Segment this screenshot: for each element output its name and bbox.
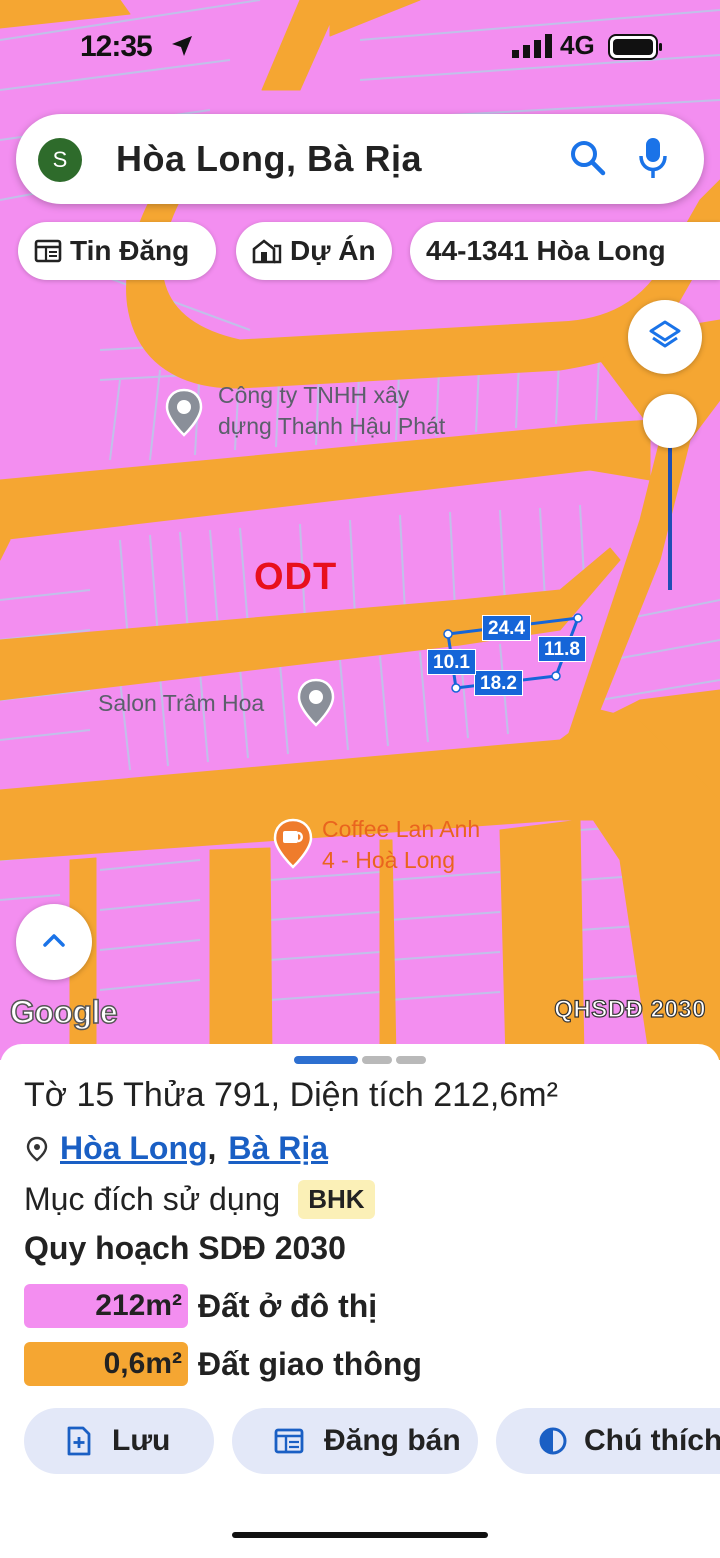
chip-label: 44-1341 Hòa Long	[426, 235, 666, 266]
legend-row-road: 0,6m² Đất giao thông	[24, 1342, 422, 1386]
post-for-sale-label: Đăng bán	[324, 1424, 461, 1457]
land-purpose-badge: BHK	[298, 1180, 375, 1219]
save-button-label: Lưu	[112, 1424, 171, 1457]
google-attribution: Google	[9, 993, 118, 1031]
status-time: 12:35	[80, 30, 153, 63]
chip-projects[interactable]: Dự Án	[236, 222, 392, 280]
poi-name-line1: Công ty TNHH xây	[218, 382, 410, 408]
avatar[interactable]: S	[38, 138, 82, 182]
legend-contrast-icon	[539, 1427, 567, 1455]
newspaper-icon	[34, 239, 62, 263]
listing-icon	[274, 1428, 304, 1454]
parcel-dimension-bottom: 18.2	[474, 670, 523, 696]
legend-row-residential: 212m² Đất ở đô thị	[24, 1284, 377, 1328]
plan-title: Quy hoạch SDĐ 2030	[24, 1230, 346, 1266]
city-link[interactable]: Bà Rịa	[228, 1130, 328, 1167]
poi-label[interactable]: Coffee Lan Anh 4 - Hoà Long	[322, 814, 480, 876]
home-indicator[interactable]	[232, 1532, 488, 1538]
location-pin-icon[interactable]	[296, 678, 336, 728]
signal-icon	[512, 34, 552, 58]
parcel-location: Hòa Long , Bà Rịa	[26, 1130, 328, 1167]
location-pin-outline-icon	[26, 1136, 48, 1162]
legend-area: 212m²	[24, 1284, 188, 1328]
chip-parcel-id[interactable]: 44-1341 Hòa Long	[410, 222, 720, 280]
status-bar: 12:35 4G	[0, 28, 720, 68]
poi-name-line1: Coffee Lan Anh	[322, 816, 481, 842]
map-layer-name: QHSDĐ 2030	[554, 995, 706, 1023]
search-icon[interactable]	[568, 138, 608, 178]
expand-up-button[interactable]	[16, 904, 92, 980]
zone-code-label: ODT	[254, 556, 338, 598]
poi-label[interactable]: Salon Trâm Hoa	[98, 688, 264, 719]
chevron-up-icon	[43, 934, 65, 947]
opacity-slider-track[interactable]	[668, 440, 672, 590]
poi-label[interactable]: Công ty TNHH xây dựng Thanh Hậu Phát	[218, 380, 445, 442]
parcel-info-sheet[interactable]: Tờ 15 Thửa 791, Diện tích 212,6m² Hòa Lo…	[0, 1044, 720, 1558]
bookmark-add-icon	[67, 1426, 91, 1456]
opacity-slider-handle[interactable]	[643, 394, 697, 448]
network-type: 4G	[560, 30, 595, 60]
battery-icon	[608, 34, 662, 60]
parcel-title: Tờ 15 Thửa 791, Diện tích 212,6m²	[24, 1076, 558, 1114]
legend-label: Đất giao thông	[198, 1345, 422, 1382]
post-for-sale-button[interactable]: Đăng bán	[232, 1408, 478, 1474]
chip-label: Tin Đăng	[70, 235, 190, 266]
ward-link[interactable]: Hòa Long	[60, 1130, 208, 1167]
sheet-handle-active[interactable]	[294, 1056, 358, 1064]
search-query[interactable]: Hòa Long, Bà Rịa	[116, 138, 422, 180]
chip-label: Dự Án	[290, 235, 376, 266]
map-view[interactable]: 12:35 4G S Hòa Long, Bà Rịa Tin Đăng Dự …	[0, 0, 720, 1060]
legend-button[interactable]: Chú thích	[496, 1408, 720, 1474]
parcel-dimension-top: 24.4	[482, 615, 531, 641]
poi-name-line2: 4 - Hoà Long	[322, 847, 455, 873]
parcel-dimension-right: 11.8	[538, 636, 586, 662]
parcel-dimension-left: 10.1	[427, 649, 476, 675]
legend-label: Đất ở đô thị	[198, 1287, 378, 1324]
sheet-handle[interactable]	[396, 1056, 426, 1064]
building-icon	[252, 239, 282, 264]
land-purpose-row: Mục đích sử dụng BHK	[24, 1180, 375, 1219]
land-purpose-label: Mục đích sử dụng	[24, 1181, 281, 1217]
poi-name-line2: dựng Thanh Hậu Phát	[218, 413, 446, 439]
legend-button-label: Chú thích	[584, 1424, 720, 1457]
location-arrow-icon	[172, 36, 192, 56]
microphone-icon[interactable]	[638, 136, 668, 180]
search-bar[interactable]: S Hòa Long, Bà Rịa	[16, 114, 704, 204]
save-button[interactable]: Lưu	[24, 1408, 214, 1474]
location-pin-icon[interactable]	[164, 388, 204, 438]
chip-listings[interactable]: Tin Đăng	[18, 222, 216, 280]
location-separator: ,	[207, 1130, 217, 1166]
layers-icon	[649, 320, 681, 348]
layers-button[interactable]	[628, 300, 702, 374]
legend-area: 0,6m²	[24, 1342, 188, 1386]
coffee-icon[interactable]	[272, 818, 314, 870]
sheet-handle[interactable]	[362, 1056, 392, 1064]
